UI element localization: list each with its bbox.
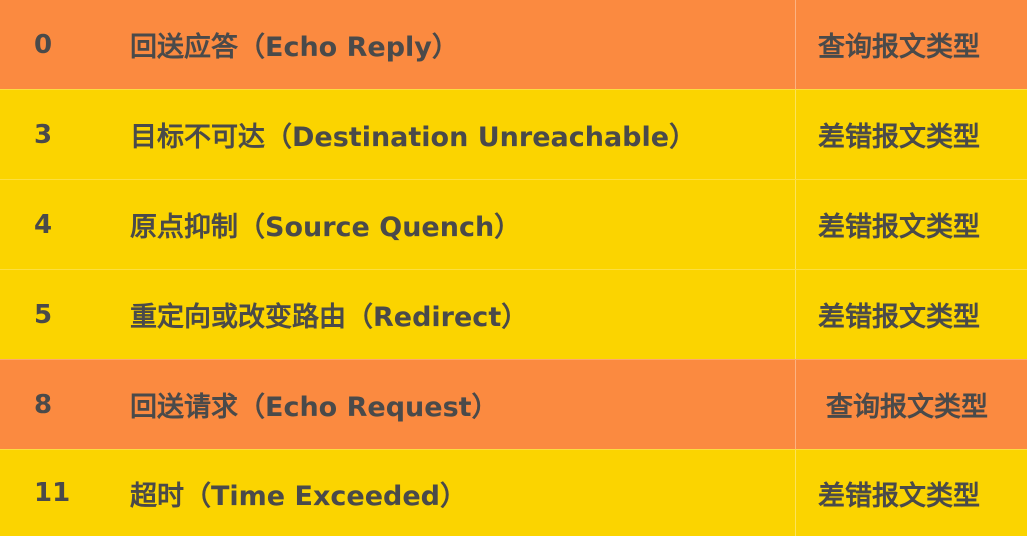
type-code: 8 xyxy=(34,389,53,420)
table-row: 5 重定向或改变路由（Redirect） 差错报文类型 xyxy=(0,269,1027,359)
table-row: 4 原点抑制（Source Quench） 差错报文类型 xyxy=(0,179,1027,269)
type-code: 11 xyxy=(34,478,71,508)
column-divider xyxy=(795,90,796,179)
column-divider xyxy=(795,180,796,269)
message-category: 差错报文类型 xyxy=(818,212,980,243)
message-category: 差错报文类型 xyxy=(818,302,980,333)
type-description: 目标不可达（Destination Unreachable） xyxy=(130,122,697,153)
table-row: 3 目标不可达（Destination Unreachable） 差错报文类型 xyxy=(0,89,1027,179)
type-code: 3 xyxy=(34,119,53,150)
type-description: 回送应答（Echo Reply） xyxy=(130,32,459,63)
column-divider xyxy=(795,0,796,89)
message-category: 查询报文类型 xyxy=(826,392,988,423)
type-description: 超时（Time Exceeded） xyxy=(130,480,467,512)
icmp-type-table: 0 回送应答（Echo Reply） 查询报文类型 3 目标不可达（Destin… xyxy=(0,0,1027,536)
type-description: 原点抑制（Source Quench） xyxy=(130,212,522,243)
table-row: 11 超时（Time Exceeded） 差错报文类型 xyxy=(0,449,1027,536)
message-category: 查询报文类型 xyxy=(818,32,980,63)
message-category: 差错报文类型 xyxy=(818,122,980,153)
type-code: 0 xyxy=(34,29,53,60)
type-code: 5 xyxy=(34,299,53,330)
type-code: 4 xyxy=(34,209,53,240)
column-divider xyxy=(795,450,796,536)
column-divider xyxy=(795,270,796,359)
message-category: 差错报文类型 xyxy=(818,480,980,512)
type-description: 回送请求（Echo Request） xyxy=(130,392,499,423)
table-row: 0 回送应答（Echo Reply） 查询报文类型 xyxy=(0,0,1027,89)
column-divider xyxy=(795,360,796,449)
table-row: 8 回送请求（Echo Request） 查询报文类型 xyxy=(0,359,1027,449)
type-description: 重定向或改变路由（Redirect） xyxy=(130,302,529,333)
